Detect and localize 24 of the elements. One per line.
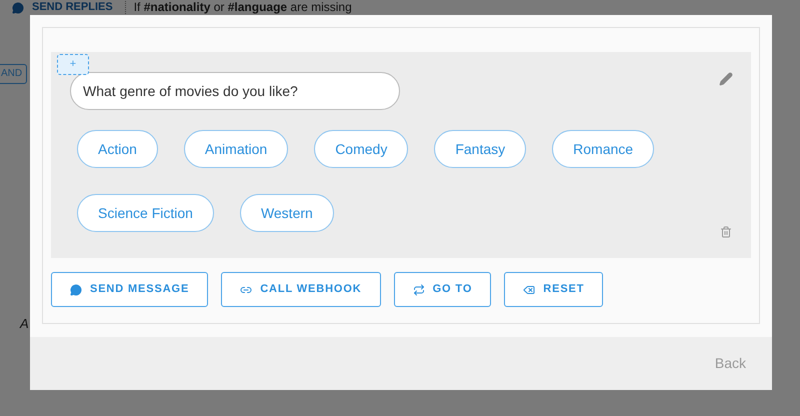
quick-reply-chip[interactable]: Romance [552,130,654,168]
edit-icon[interactable] [719,72,733,86]
quick-reply-chip[interactable]: Western [240,194,334,232]
condition-text: If #nationality or #language are missing [134,1,352,14]
quick-reply-chip[interactable]: Animation [184,130,288,168]
quick-reply-chip[interactable]: Comedy [314,130,408,168]
field-label: A [20,316,29,331]
question-field[interactable]: What genre of movies do you like? [70,72,400,110]
backspace-icon [523,284,536,296]
action-button[interactable]: GO TO [394,272,492,307]
redirect-icon [412,284,425,296]
action-button[interactable]: RESET [504,272,604,307]
delete-icon[interactable] [720,226,732,238]
quick-reply-chip[interactable]: Action [77,130,158,168]
quick-reply-chip[interactable]: Science Fiction [77,194,214,232]
action-button[interactable]: SEND MESSAGE [51,272,208,307]
quick-reply-chip[interactable]: Fantasy [434,130,526,168]
action-button[interactable]: CALL WEBHOOK [221,272,381,307]
section-title: SEND REPLIES [32,1,126,14]
add-button[interactable]: + [57,54,89,75]
operator-button[interactable]: AND [0,64,28,84]
back-button[interactable]: Back [714,353,746,374]
speech-bubble-icon [12,2,24,14]
speech-bubble-icon [70,284,82,296]
